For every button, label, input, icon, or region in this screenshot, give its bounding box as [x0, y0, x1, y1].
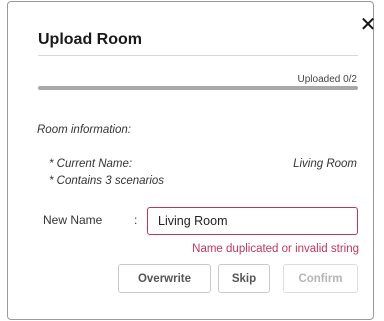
- skip-button[interactable]: Skip: [218, 264, 270, 293]
- name-error-message: Name duplicated or invalid string: [192, 243, 359, 255]
- close-icon[interactable]: ✕: [359, 15, 377, 35]
- current-name-label: * Current Name:: [49, 158, 133, 170]
- title-divider: [38, 55, 358, 56]
- overwrite-button[interactable]: Overwrite: [118, 264, 211, 293]
- upload-progress-label: Uploaded 0/2: [297, 74, 358, 85]
- room-info-heading: Room information:: [37, 124, 131, 136]
- dialog-title: Upload Room: [38, 31, 142, 48]
- new-name-label: New Name: [43, 213, 103, 227]
- new-name-colon: :: [134, 213, 138, 227]
- upload-progress-bar: [38, 86, 358, 90]
- new-name-input[interactable]: [147, 207, 358, 235]
- current-name-value: Living Room: [293, 158, 357, 170]
- confirm-button[interactable]: Confirm: [283, 264, 358, 293]
- scenario-count-text: * Contains 3 scenarios: [49, 175, 165, 187]
